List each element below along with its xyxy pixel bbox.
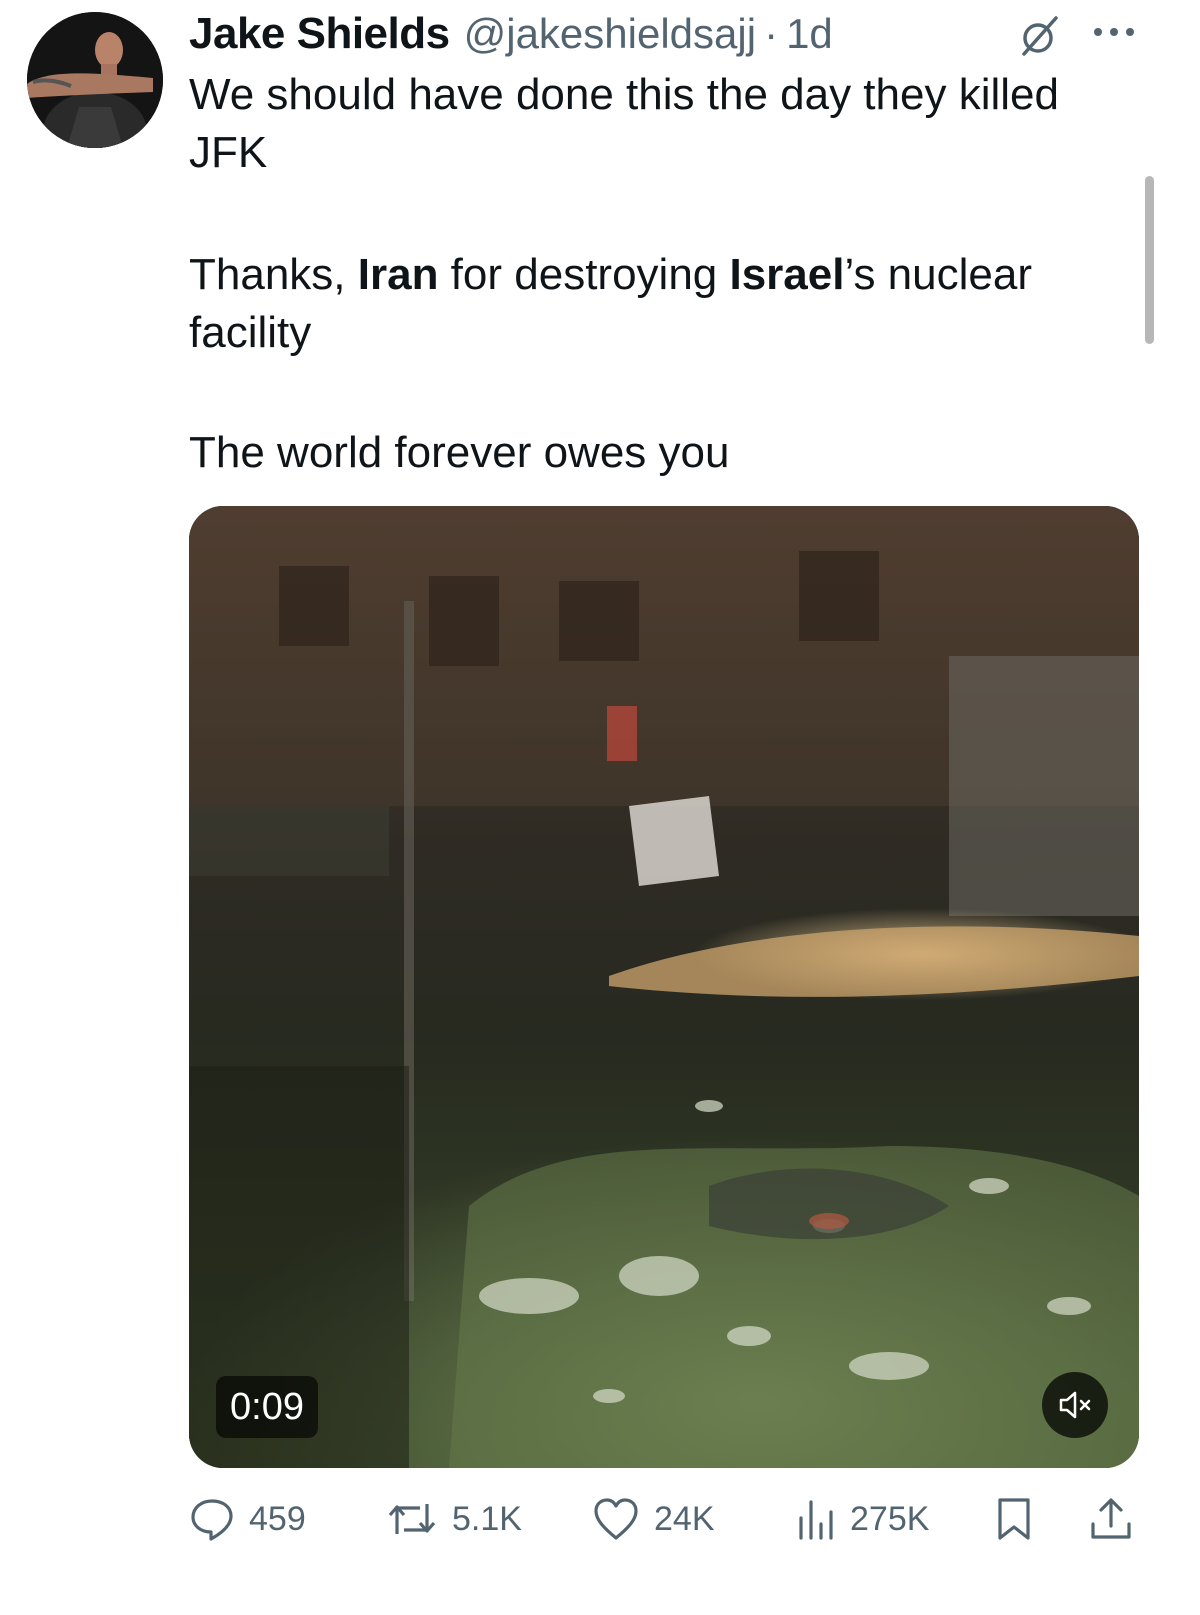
reply-count: 459 bbox=[249, 1499, 306, 1538]
like-count: 24K bbox=[654, 1499, 715, 1538]
timestamp[interactable]: 1d bbox=[786, 10, 833, 58]
author-handle[interactable]: @jakeshieldsajj bbox=[464, 10, 756, 58]
views-count: 275K bbox=[850, 1499, 930, 1538]
more-icon[interactable] bbox=[1090, 22, 1138, 42]
tweet-text-line-1: We should have done this the day they ki… bbox=[189, 70, 1059, 177]
repost-count: 5.1K bbox=[452, 1499, 522, 1538]
separator-dot: · bbox=[764, 10, 779, 57]
text-segment: for destroying bbox=[438, 250, 730, 299]
reply-icon bbox=[191, 1499, 233, 1541]
mute-icon[interactable] bbox=[1042, 1372, 1108, 1438]
hashtag-israel: Israel bbox=[729, 250, 845, 299]
tweet-text-line-2: Thanks, Iran for destroying Israel’s nuc… bbox=[189, 246, 1129, 362]
bookmark-icon bbox=[998, 1498, 1030, 1540]
video-duration: 0:09 bbox=[216, 1376, 318, 1438]
avatar-image bbox=[27, 12, 163, 148]
like-icon bbox=[594, 1498, 638, 1540]
reply-button[interactable]: 459 bbox=[189, 1492, 306, 1546]
share-icon bbox=[1091, 1498, 1131, 1539]
author-name[interactable]: Jake Shields bbox=[189, 9, 450, 59]
hashtag-iran: Iran bbox=[357, 250, 439, 299]
views-icon bbox=[799, 1500, 833, 1540]
video-player[interactable] bbox=[189, 506, 1139, 1468]
tweet-header: Jake Shields @jakeshieldsajj · 1d bbox=[189, 6, 833, 62]
views-button[interactable]: 275K bbox=[796, 1492, 929, 1546]
scrollbar[interactable] bbox=[1145, 176, 1154, 344]
share-button[interactable] bbox=[1088, 1492, 1134, 1546]
like-button[interactable]: 24K bbox=[592, 1492, 715, 1546]
text-segment: Thanks, bbox=[189, 250, 358, 299]
video-frame bbox=[189, 506, 1139, 1468]
tweet-text-line-3: The world forever owes you bbox=[189, 428, 730, 477]
avatar[interactable] bbox=[27, 12, 163, 148]
grok-icon[interactable] bbox=[1018, 14, 1062, 58]
bookmark-button[interactable] bbox=[994, 1492, 1034, 1546]
repost-button[interactable]: 5.1K bbox=[386, 1492, 522, 1546]
repost-icon bbox=[388, 1504, 436, 1534]
